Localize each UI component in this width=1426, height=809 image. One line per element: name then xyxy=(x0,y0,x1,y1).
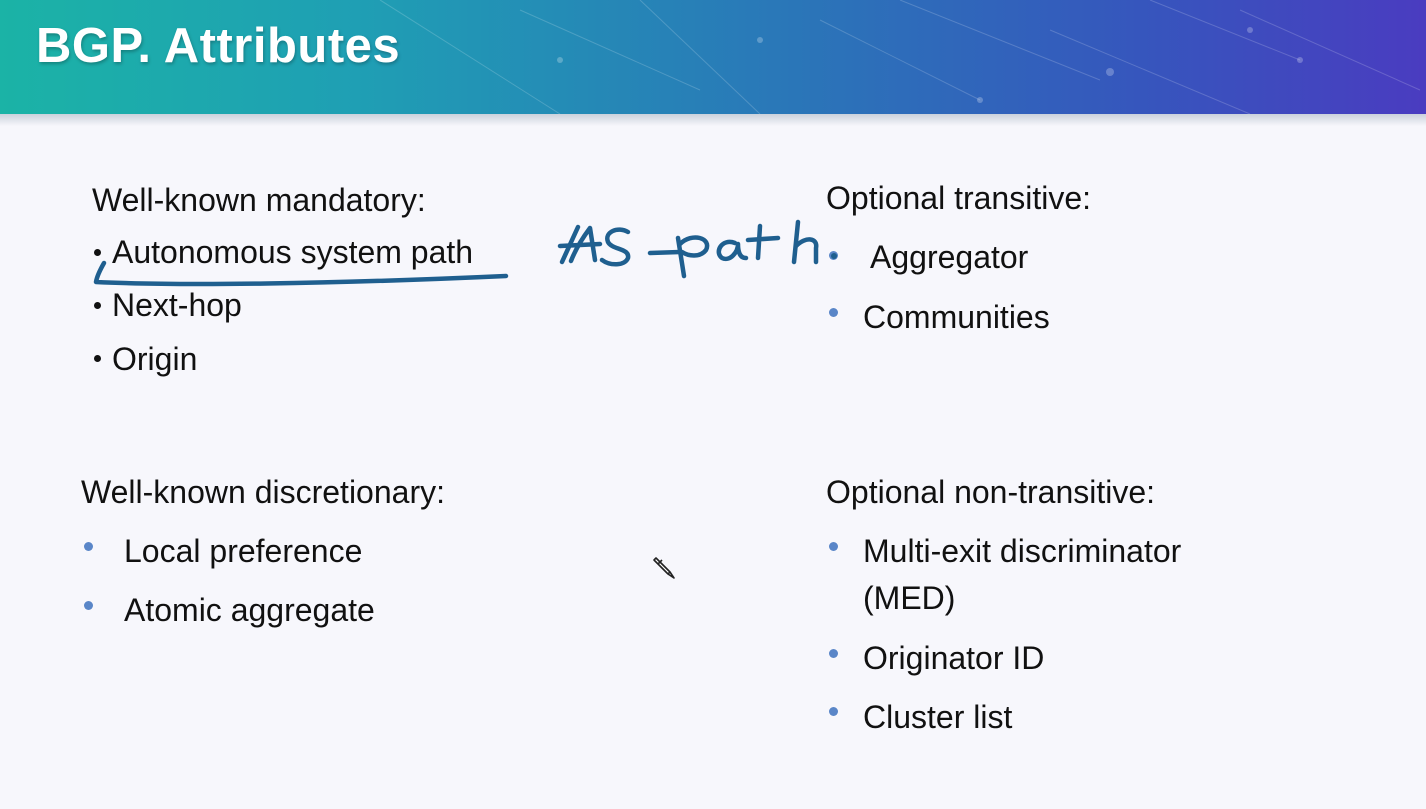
bullet-icon xyxy=(94,355,101,362)
well-known-discretionary-heading: Well-known discretionary: xyxy=(81,474,445,510)
pen-cursor-icon xyxy=(653,557,675,579)
bullet-icon xyxy=(829,542,838,551)
list-item-as-path: Autonomous system path xyxy=(112,234,474,270)
bullet-icon xyxy=(829,251,838,260)
list-item-next-hop: Next-hop xyxy=(112,287,242,323)
list-item-med-abbrev: (MED) xyxy=(863,580,956,616)
slide-title: BGP. Attributes xyxy=(36,19,401,73)
well-known-mandatory-heading: Well-known mandatory: xyxy=(92,182,426,218)
title-banner: BGP. Attributes xyxy=(0,0,1426,114)
list-item-med: Multi-exit discriminator xyxy=(863,533,1182,569)
optional-transitive-heading: Optional transitive: xyxy=(826,180,1092,216)
list-item-originator-id: Originator ID xyxy=(863,640,1045,676)
optional-non-transitive-heading: Optional non-transitive: xyxy=(826,474,1156,510)
bullet-icon xyxy=(829,649,838,658)
bullet-icon xyxy=(84,601,93,610)
list-item-cluster-list: Cluster list xyxy=(863,699,1013,735)
list-item-communities: Communities xyxy=(863,299,1050,335)
list-item-atomic-aggregate: Atomic aggregate xyxy=(124,592,375,628)
bullet-icon xyxy=(84,542,93,551)
bullet-icon xyxy=(94,302,101,309)
banner-shadow xyxy=(0,114,1426,126)
bullet-icon xyxy=(94,249,101,256)
bullet-icon xyxy=(829,308,838,317)
list-item-local-preference: Local preference xyxy=(124,533,363,569)
bullet-icon xyxy=(829,707,838,716)
list-item-origin: Origin xyxy=(112,341,198,377)
list-item-aggregator: Aggregator xyxy=(870,239,1029,275)
